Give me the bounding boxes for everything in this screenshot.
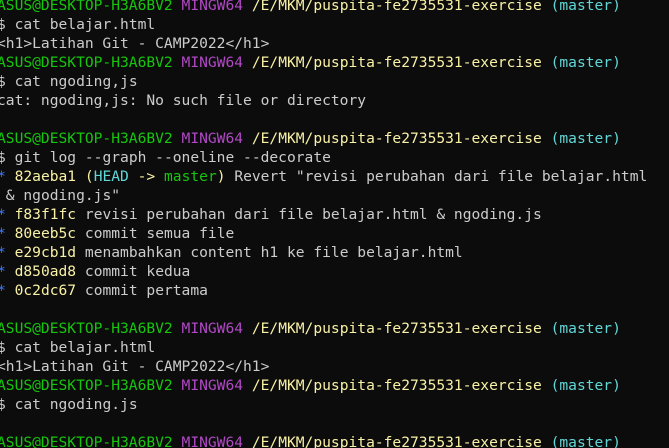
prompt-line: ASUS@DESKTOP-H3A6BV2 MINGW64 /E/MKM/pusp… bbox=[0, 0, 669, 15]
graph-marker: * bbox=[0, 168, 6, 185]
commit-hash: d850ad8 bbox=[14, 263, 77, 280]
commit-hash: 82aeba1 bbox=[14, 168, 77, 185]
prompt-env: MINGW64 bbox=[181, 377, 244, 394]
prompt-branch: (master) bbox=[550, 320, 621, 337]
ref-open-paren: ( bbox=[84, 168, 94, 185]
commit-hash: e29cb1d bbox=[14, 244, 77, 261]
head-ref: HEAD bbox=[93, 168, 129, 185]
prompt-symbol: $ bbox=[0, 16, 6, 33]
prompt-path: /E/MKM/puspita-fe2735531-exercise bbox=[251, 0, 542, 14]
prompt-env: MINGW64 bbox=[181, 0, 244, 14]
command-text: cat ngoding,js bbox=[14, 73, 138, 90]
git-log-entry: * e29cb1d menambahkan content h1 ke file… bbox=[0, 243, 669, 262]
graph-marker: * bbox=[0, 225, 6, 242]
git-log-entry: * 82aeba1 (HEAD -> master) Revert "revis… bbox=[0, 167, 669, 186]
prompt-path: /E/MKM/puspita-fe2735531-exercise bbox=[251, 130, 542, 147]
output-text: <h1>Latihan Git - CAMP2022</h1> bbox=[0, 358, 270, 375]
git-log-entry: * 80eeb5c commit semua file bbox=[0, 224, 669, 243]
prompt-env: MINGW64 bbox=[181, 54, 244, 71]
graph-marker: * bbox=[0, 263, 6, 280]
prompt-user-host: ASUS@DESKTOP-H3A6BV2 bbox=[0, 0, 173, 14]
command-text: cat belajar.html bbox=[14, 16, 156, 33]
prompt-user-host: ASUS@DESKTOP-H3A6BV2 bbox=[0, 377, 173, 394]
prompt-env: MINGW64 bbox=[181, 434, 244, 448]
commit-message: revisi perubahan dari file belajar.html … bbox=[84, 206, 542, 223]
commit-message: commit kedua bbox=[84, 263, 191, 280]
prompt-symbol: $ bbox=[0, 73, 6, 90]
prompt-path: /E/MKM/puspita-fe2735531-exercise bbox=[251, 377, 542, 394]
prompt-line: ASUS@DESKTOP-H3A6BV2 MINGW64 /E/MKM/pusp… bbox=[0, 319, 669, 338]
prompt-branch: (master) bbox=[550, 377, 621, 394]
commit-message: commit pertama bbox=[84, 282, 208, 299]
command-text: cat ngoding.js bbox=[14, 396, 138, 413]
git-log-entry-continuation: & ngoding.js" bbox=[0, 186, 669, 205]
prompt-branch: (master) bbox=[550, 434, 621, 448]
commit-message: menambahkan content h1 ke file belajar.h… bbox=[84, 244, 463, 261]
prompt-user-host: ASUS@DESKTOP-H3A6BV2 bbox=[0, 130, 173, 147]
graph-marker: * bbox=[0, 244, 6, 261]
command-line: $ cat belajar.html bbox=[0, 338, 669, 357]
command-line: $ cat ngoding.js bbox=[0, 395, 669, 414]
output-line: <h1>Latihan Git - CAMP2022</h1> bbox=[0, 357, 669, 376]
prompt-branch: (master) bbox=[550, 54, 621, 71]
commit-message-continuation: & ngoding.js" bbox=[5, 187, 121, 204]
prompt-user-host: ASUS@DESKTOP-H3A6BV2 bbox=[0, 434, 173, 448]
commit-hash: f83f1fc bbox=[14, 206, 77, 223]
prompt-symbol: $ bbox=[0, 149, 6, 166]
prompt-path: /E/MKM/puspita-fe2735531-exercise bbox=[251, 54, 542, 71]
error-text: cat: ngoding,js: No such file or directo… bbox=[0, 92, 367, 109]
commit-hash: 80eeb5c bbox=[14, 225, 77, 242]
prompt-path: /E/MKM/puspita-fe2735531-exercise bbox=[251, 434, 542, 448]
ref-close-paren: ) bbox=[216, 168, 226, 185]
error-output-line: cat: ngoding,js: No such file or directo… bbox=[0, 91, 669, 110]
graph-marker: * bbox=[0, 206, 6, 223]
prompt-env: MINGW64 bbox=[181, 130, 244, 147]
prompt-user-host: ASUS@DESKTOP-H3A6BV2 bbox=[0, 320, 173, 337]
prompt-line: ASUS@DESKTOP-H3A6BV2 MINGW64 /E/MKM/pusp… bbox=[0, 376, 669, 395]
terminal-window[interactable]: ASUS@DESKTOP-H3A6BV2 MINGW64 /E/MKM/pusp… bbox=[0, 0, 669, 448]
ref-arrow: -> bbox=[128, 168, 165, 185]
prompt-branch: (master) bbox=[550, 130, 621, 147]
graph-marker: * bbox=[0, 282, 6, 299]
prompt-symbol: $ bbox=[0, 339, 6, 356]
git-log-entry: * f83f1fc revisi perubahan dari file bel… bbox=[0, 205, 669, 224]
commit-message: commit semua file bbox=[84, 225, 235, 242]
git-log-entry: * d850ad8 commit kedua bbox=[0, 262, 669, 281]
prompt-line: ASUS@DESKTOP-H3A6BV2 MINGW64 /E/MKM/pusp… bbox=[0, 129, 669, 148]
command-line: $ cat ngoding,js bbox=[0, 72, 669, 91]
prompt-symbol: $ bbox=[0, 396, 6, 413]
prompt-user-host: ASUS@DESKTOP-H3A6BV2 bbox=[0, 54, 173, 71]
command-line: $ cat belajar.html bbox=[0, 15, 669, 34]
prompt-env: MINGW64 bbox=[181, 320, 244, 337]
output-line: <h1>Latihan Git - CAMP2022</h1> bbox=[0, 34, 669, 53]
commit-message: Revert "revisi perubahan dari file belaj… bbox=[234, 168, 648, 185]
git-log-entry: * 0c2dc67 commit pertama bbox=[0, 281, 669, 300]
output-text: <h1>Latihan Git - CAMP2022</h1> bbox=[0, 35, 270, 52]
prompt-line: ASUS@DESKTOP-H3A6BV2 MINGW64 /E/MKM/pusp… bbox=[0, 433, 669, 448]
prompt-branch: (master) bbox=[550, 0, 621, 14]
prompt-path: /E/MKM/puspita-fe2735531-exercise bbox=[251, 320, 542, 337]
prompt-line: ASUS@DESKTOP-H3A6BV2 MINGW64 /E/MKM/pusp… bbox=[0, 53, 669, 72]
terminal-output: ASUS@DESKTOP-H3A6BV2 MINGW64 /E/MKM/pusp… bbox=[0, 0, 669, 448]
command-line: $ git log --graph --oneline --decorate bbox=[0, 148, 669, 167]
commit-hash: 0c2dc67 bbox=[14, 282, 77, 299]
branch-ref: master bbox=[164, 168, 217, 185]
command-text: cat belajar.html bbox=[14, 339, 156, 356]
command-text: git log --graph --oneline --decorate bbox=[14, 149, 331, 166]
